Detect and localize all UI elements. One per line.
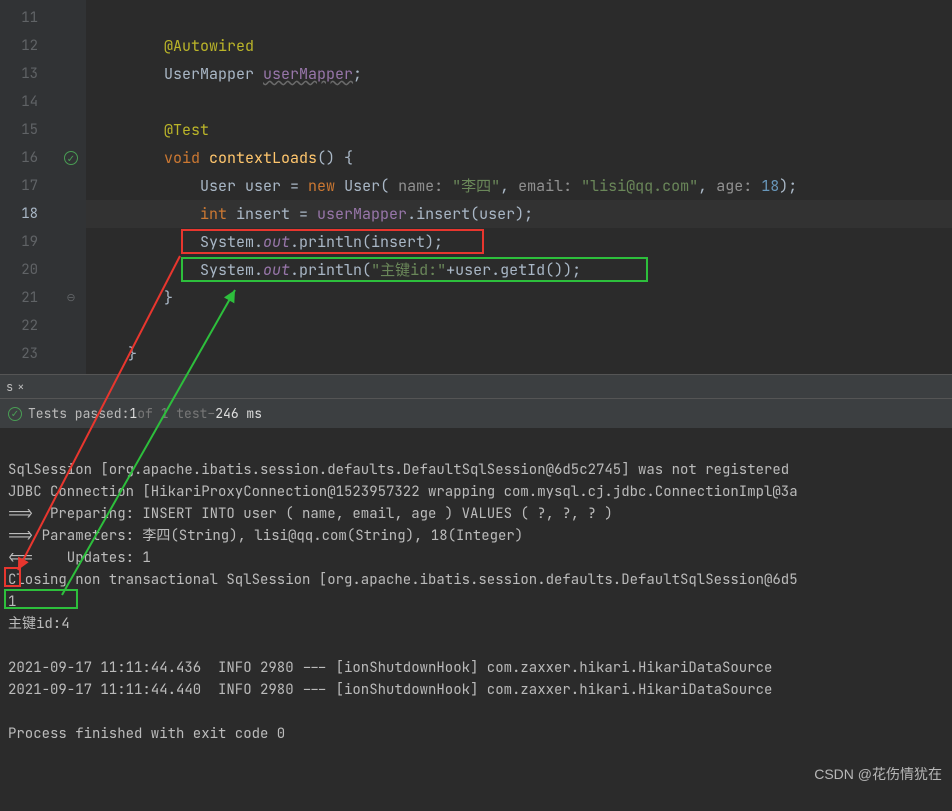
code-area[interactable]: @Autowired UserMapper userMapper; @Test … xyxy=(86,0,952,374)
var: insert = xyxy=(236,204,317,224)
comma: , xyxy=(500,176,518,196)
annotation: @Autowired xyxy=(164,36,254,56)
class-ref: System. xyxy=(200,232,263,252)
param-hint: age: xyxy=(716,176,761,196)
line-number: 15 xyxy=(0,116,38,144)
console-line: 1 xyxy=(8,593,16,611)
code-editor[interactable]: 11 12 13 14 15 16 17 18 19 20 21 22 23 ✓… xyxy=(0,0,952,374)
call: .insert(user); xyxy=(407,204,533,224)
console-line: ==> Parameters: 李四(String), lisi@qq.com(… xyxy=(8,527,523,545)
tests-passed-label: Tests passed: xyxy=(28,405,129,422)
keyword: void xyxy=(164,148,209,168)
var: user = xyxy=(245,176,308,196)
class-ref: System. xyxy=(200,260,263,280)
tool-window-tabbar[interactable]: s × xyxy=(0,375,952,399)
out-field: out xyxy=(263,232,290,252)
console-line: <== Updates: 1 xyxy=(8,549,151,567)
console-line: 主键id:4 xyxy=(8,615,70,633)
dash: – xyxy=(207,405,215,422)
method-name: contextLoads xyxy=(209,148,317,168)
param-hint: email: xyxy=(518,176,581,196)
console-line: Closing non transactional SqlSession [or… xyxy=(8,571,798,589)
brace: } xyxy=(128,344,137,364)
close-tab-icon[interactable]: × xyxy=(17,379,24,395)
gutter-icon-column: ✓ ⊖ xyxy=(56,0,86,374)
call: .println(insert); xyxy=(290,232,443,252)
console-output[interactable]: SqlSession [org.apache.ibatis.session.de… xyxy=(0,429,952,791)
type: User xyxy=(200,176,245,196)
line-number: 13 xyxy=(0,60,38,88)
console-line: SqlSession [org.apache.ibatis.session.de… xyxy=(8,461,798,479)
field: userMapper xyxy=(263,64,353,84)
tests-passed-count: 1 xyxy=(129,405,137,422)
line-number: 14 xyxy=(0,88,38,116)
line-number: 19 xyxy=(0,228,38,256)
call: .println( xyxy=(290,260,371,280)
string: "主键id:" xyxy=(371,260,446,280)
call: +user.getId()); xyxy=(446,260,581,280)
paren: ( xyxy=(380,176,398,196)
keyword: int xyxy=(200,204,236,224)
fold-icon[interactable]: ⊖ xyxy=(66,291,75,305)
brace: } xyxy=(164,288,173,308)
string: "lisi@qq.com" xyxy=(581,176,698,196)
line-number: 12 xyxy=(0,32,38,60)
console-line: 2021-09-17 11:11:44.440 INFO 2980 --- [i… xyxy=(8,681,772,699)
tests-total: of 1 test xyxy=(137,405,207,422)
line-number-gutter: 11 12 13 14 15 16 17 18 19 20 21 22 23 xyxy=(0,0,56,374)
string: "李四" xyxy=(452,176,500,196)
line-number: 20 xyxy=(0,256,38,284)
test-status-bar: ✓ Tests passed: 1 of 1 test – 246 ms xyxy=(0,399,952,429)
comma: , xyxy=(698,176,716,196)
tests-passed-icon: ✓ xyxy=(8,407,22,421)
brace: () { xyxy=(317,148,353,168)
type: UserMapper xyxy=(164,64,263,84)
console-line: ==> Preparing: INSERT INTO user ( name, … xyxy=(8,505,613,523)
console-line: JDBC Connection [HikariProxyConnection@1… xyxy=(8,483,798,501)
line-number: 17 xyxy=(0,172,38,200)
line-number: 16 xyxy=(0,144,38,172)
ctor: User xyxy=(344,176,380,196)
line-number: 22 xyxy=(0,312,38,340)
close: ); xyxy=(779,176,797,196)
tests-time: 246 ms xyxy=(215,405,262,422)
annotation: @Test xyxy=(164,120,209,140)
console-line: Process finished with exit code 0 xyxy=(8,725,285,743)
test-pass-icon[interactable]: ✓ xyxy=(64,151,78,165)
param-hint: name: xyxy=(398,176,452,196)
keyword: new xyxy=(308,176,344,196)
watermark: CSDN @花伤情犹在 xyxy=(814,763,942,785)
line-number: 21 xyxy=(0,284,38,312)
out-field: out xyxy=(263,260,290,280)
line-number: 18 xyxy=(0,200,38,228)
line-number: 23 xyxy=(0,340,38,368)
field-ref: userMapper xyxy=(317,204,407,224)
tab-label[interactable]: s xyxy=(6,379,13,395)
console-line: 2021-09-17 11:11:44.436 INFO 2980 --- [i… xyxy=(8,659,772,677)
line-number: 11 xyxy=(0,4,38,32)
number: 18 xyxy=(761,176,779,196)
semicolon: ; xyxy=(353,64,362,84)
